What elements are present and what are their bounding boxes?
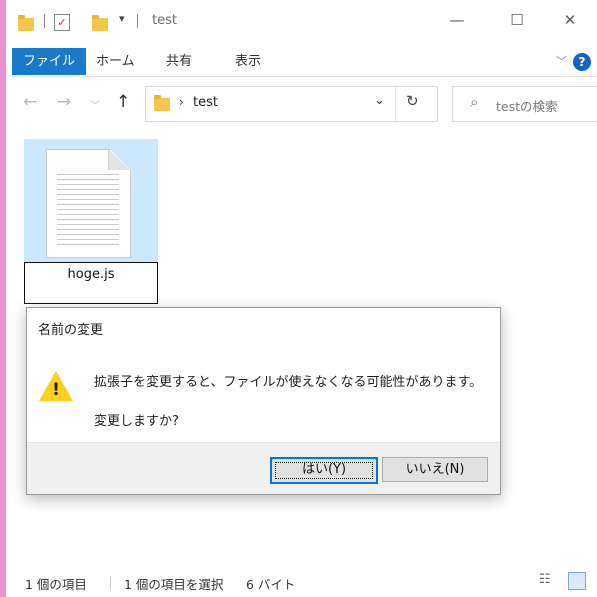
details-view-icon[interactable]: ☷ [539,572,557,590]
address-dropdown-icon[interactable]: ⌄ [374,93,385,108]
dialog-title: 名前の変更 [38,323,104,338]
search-input[interactable]: ⌕ testの検索 [452,86,597,122]
dialog-question: 変更しますか? [94,414,179,429]
tab-file[interactable]: ファイル [12,48,87,75]
warning-exclamation: ! [52,380,60,400]
tab-share[interactable]: 共有 [166,48,192,75]
help-icon[interactable]: ? [573,53,591,71]
search-placeholder: testの検索 [496,99,558,114]
large-icons-view-icon[interactable] [568,572,586,590]
new-folder-icon[interactable] [92,15,108,31]
status-bar: 1 個の項目 1 個の項目を選択 6 バイト ☷ [6,568,597,597]
ribbon-tabs: ファイル ホーム 共有 表示 ﹀ ? [6,48,597,77]
dialog-body: ! 拡張子を変更すると、ファイルが使えなくなる可能性があります。 変更しますか? [27,348,500,442]
status-item-count: 1 個の項目 [25,577,87,592]
rename-input[interactable]: hoge.js [24,262,158,304]
refresh-separator [395,87,396,121]
refresh-icon[interactable]: ↻ [406,92,419,110]
yes-button[interactable]: はい(Y) [270,457,378,484]
address-bar[interactable]: › test ⌄ ↻ [145,86,438,122]
quick-access-dropdown-icon[interactable]: ▾ [119,12,125,25]
forward-icon[interactable]: → [57,92,71,112]
file-name[interactable]: hoge.js [25,267,157,282]
rename-warning-dialog: 名前の変更 ! 拡張子を変更すると、ファイルが使えなくなる可能性があります。 変… [26,307,501,495]
breadcrumb-test[interactable]: test [193,95,218,110]
search-icon: ⌕ [470,93,479,111]
dialog-message: 拡張子を変更すると、ファイルが使えなくなる可能性があります。 [94,375,483,390]
folder-icon[interactable] [18,15,34,31]
tab-home[interactable]: ホーム [96,48,135,75]
status-size: 6 バイト [246,577,296,592]
address-row: ← → ﹀ ↑ › test ⌄ ↻ ⌕ testの検索 [6,86,597,122]
minimize-button[interactable]: — [442,8,472,32]
up-icon[interactable]: ↑ [116,92,130,112]
status-selected: 1 個の項目を選択 [124,577,224,592]
tab-view[interactable]: 表示 [235,48,261,75]
dialog-footer: はい(Y) いいえ(N) [27,442,500,494]
title-bar: ✓ ▾ test — ☐ ✕ [6,0,597,42]
address-folder-icon [154,95,170,111]
file-item-selected[interactable] [24,139,158,265]
window-title: test [152,13,177,28]
breadcrumb-chevron-icon[interactable]: › [179,95,184,109]
close-button[interactable]: ✕ [555,8,585,32]
recent-locations-icon[interactable]: ﹀ [90,97,100,112]
back-icon[interactable]: ← [23,92,37,112]
status-separator [110,576,111,590]
properties-icon[interactable]: ✓ [54,14,70,31]
toolbar-separator [44,14,45,28]
title-separator [137,14,138,28]
ribbon-expand-icon[interactable]: ﹀ [556,53,567,69]
no-button[interactable]: いいえ(N) [382,457,488,482]
maximize-button[interactable]: ☐ [502,8,532,32]
